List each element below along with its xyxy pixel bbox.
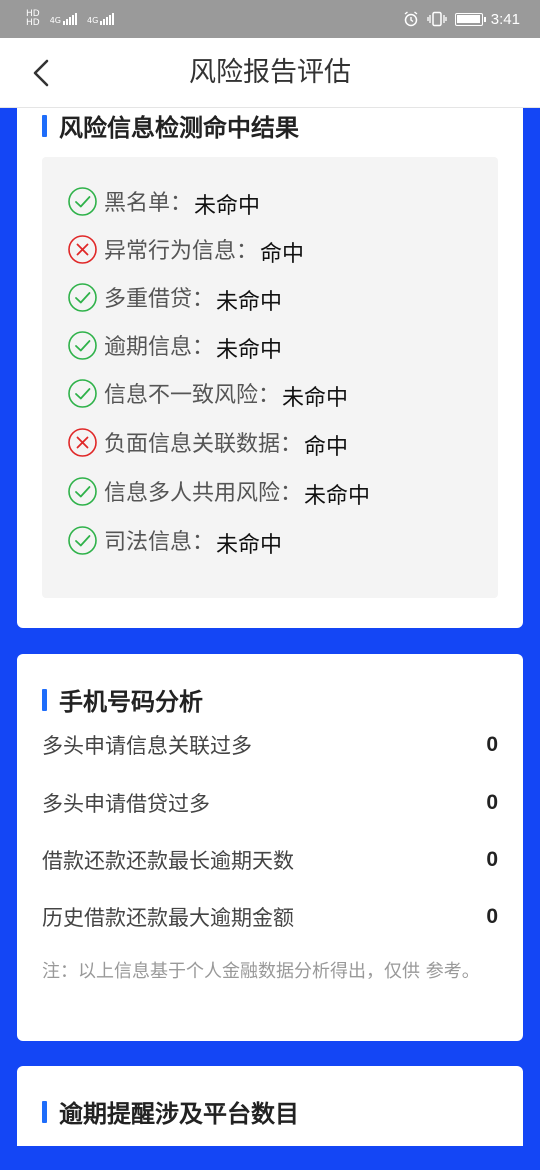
vibrate-icon [427,11,447,27]
x-circle-icon [67,234,98,265]
x-circle-icon [67,427,98,458]
section-accent-bar [42,114,47,137]
risk-item-value: 未命中 [282,386,349,411]
risk-item: 逾期信息： 未命中 [67,329,283,363]
navigation-bar: 风险报告评估 [0,38,540,108]
status-bar-right: 3:41 [403,11,520,28]
disclaimer-note: 注：以上信息基于个人金融数据分析得出，仅供 参考。 [42,961,480,982]
risk-result-card: 风险信息检测命中结果 黑名单： 未命中 异常行为信息： 命中 多重借贷： 未命中 逾期信息：… [17,70,523,628]
risk-item-value: 未命中 [216,533,283,558]
section-title-text: 手机号码分析 [59,688,203,716]
signal-icon: 4G [50,13,77,25]
bottom-background [0,1146,540,1170]
section-accent-bar [42,1100,47,1123]
section-title: 风险信息检测命中结果 [42,108,299,143]
risk-item: 司法信息： 未命中 [67,524,283,558]
status-time: 3:41 [490,10,520,28]
risk-item-label: 信息多人共用风险： [104,481,303,506]
page-title: 风险报告评估 [189,57,351,88]
analysis-row: 借款还款还款最长逾期天数 0 [42,845,498,875]
check-circle-icon [67,330,98,361]
risk-item: 黑名单： 未命中 [67,185,261,219]
row-label: 历史借款还款最大逾期金额 [42,906,294,930]
check-circle-icon [67,378,98,409]
risk-list: 黑名单： 未命中 异常行为信息： 命中 多重借贷： 未命中 逾期信息： 未命中 信息不一致风险：… [42,157,498,598]
phone-analysis-card: 手机号码分析 多头申请信息关联过多 0 多头申请借贷过多 0 借款还款还款最长逾… [17,654,523,1041]
chevron-left-icon [33,59,49,87]
hd-label-bottom: HD [26,18,40,28]
risk-item: 负面信息关联数据： 命中 [67,426,349,460]
status-bar: HD HD 4G 4G 3:41 [0,0,540,38]
section-title: 逾期提醒涉及平台数目 [42,1094,299,1129]
risk-item: 异常行为信息： 命中 [67,233,305,267]
battery-icon [454,12,486,26]
risk-item-value: 未命中 [216,290,283,315]
hd-indicator: HD HD [26,10,40,28]
risk-item-label: 黑名单： [104,191,193,216]
signal-label: 4G [49,16,61,25]
row-value: 0 [486,848,498,871]
risk-item: 信息不一致风险： 未命中 [67,377,349,411]
risk-item-label: 多重借贷： [104,287,215,312]
risk-item-value: 未命中 [304,484,371,509]
status-bar-left: HD HD 4G 4G [26,10,115,28]
row-value: 0 [486,733,498,756]
risk-item-label: 逾期信息： [104,335,215,360]
risk-item-label: 异常行为信息： [104,239,259,264]
risk-item-label: 负面信息关联数据： [104,432,303,457]
alarm-icon [404,11,418,27]
analysis-row: 多头申请信息关联过多 0 [42,730,498,760]
row-value: 0 [486,905,498,928]
risk-item-value: 未命中 [216,338,283,363]
analysis-row: 历史借款还款最大逾期金额 0 [42,902,498,932]
section-title-text: 逾期提醒涉及平台数目 [59,1100,299,1128]
risk-item-value: 未命中 [194,194,261,219]
risk-item-value: 命中 [260,242,305,267]
risk-item-label: 司法信息： [104,530,215,555]
section-title: 手机号码分析 [42,682,203,717]
section-accent-bar [42,688,47,711]
check-circle-icon [67,186,98,217]
row-label: 多头申请信息关联过多 [42,734,252,758]
check-circle-icon [67,282,98,313]
row-label: 借款还款还款最长逾期天数 [42,849,294,873]
signal-icon: 4G [87,13,115,25]
check-circle-icon [67,525,98,556]
back-button[interactable] [24,56,58,90]
signal-label: 4G [87,16,99,25]
check-circle-icon [67,476,98,507]
risk-item-label: 信息不一致风险： [104,383,281,408]
row-label: 多头申请借贷过多 [42,792,210,816]
risk-item: 信息多人共用风险： 未命中 [67,475,371,509]
risk-item-value: 命中 [304,435,349,460]
risk-item: 多重借贷： 未命中 [67,281,283,315]
analysis-row: 多头申请借贷过多 0 [42,788,498,818]
section-title-text: 风险信息检测命中结果 [59,114,299,142]
overdue-platform-card: 逾期提醒涉及平台数目 [17,1066,523,1146]
row-value: 0 [486,791,498,814]
